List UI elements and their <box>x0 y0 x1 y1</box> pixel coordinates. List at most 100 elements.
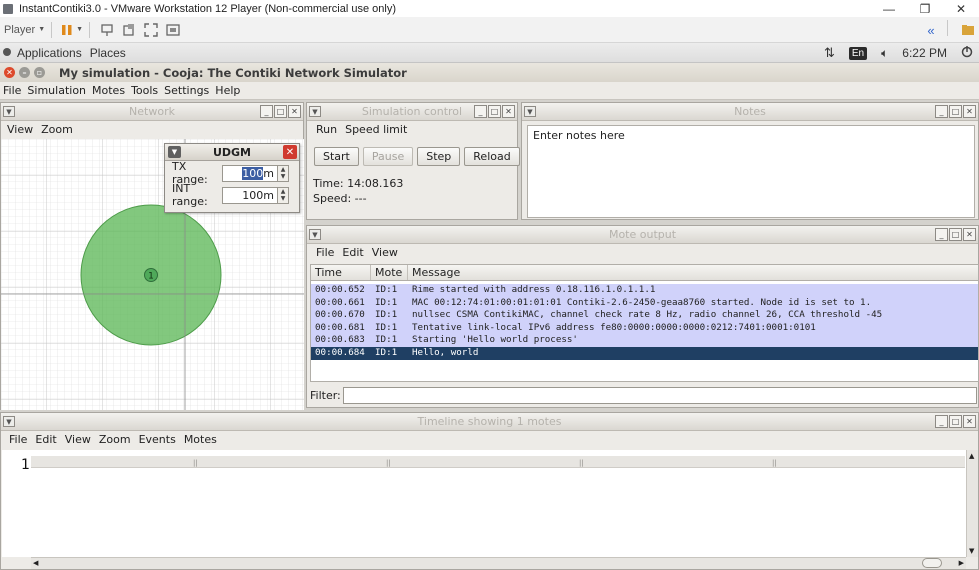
fullscreen-button[interactable] <box>144 20 158 40</box>
menu-speed-limit[interactable]: Speed limit <box>345 123 407 136</box>
menu-help[interactable]: Help <box>215 84 240 97</box>
back-arrows-icon[interactable]: « <box>921 20 941 40</box>
timeline-title-bar[interactable]: ▼ Timeline showing 1 motes _ □ ✕ <box>1 413 978 431</box>
chevron-up-icon[interactable]: ▲ <box>281 166 286 173</box>
maximize-icon[interactable]: □ <box>949 105 962 118</box>
chevron-down-icon[interactable]: ▼ <box>3 106 15 117</box>
timeline-menu-zoom[interactable]: Zoom <box>99 433 131 446</box>
minimize-icon[interactable]: _ <box>474 105 487 118</box>
timeline-menu-edit[interactable]: Edit <box>35 433 56 446</box>
chevron-down-icon[interactable]: ▼ <box>309 106 321 117</box>
tx-range-spinner[interactable]: ▲ ▼ <box>278 164 289 182</box>
close-button[interactable]: ✕ <box>943 0 979 17</box>
mote-output-table: Time Mote Message 00:00.652 ID:1 Rime st… <box>310 264 979 382</box>
timeline-menu-view[interactable]: View <box>65 433 91 446</box>
mote-output-menu-view[interactable]: View <box>372 246 398 259</box>
maximize-button[interactable]: ❐ <box>907 0 943 17</box>
int-range-spinner[interactable]: ▲ ▼ <box>278 186 289 204</box>
column-mote[interactable]: Mote <box>371 265 408 280</box>
simulation-control-title-bar[interactable]: ▼ Simulation control _ □ ✕ <box>307 103 517 121</box>
removable-devices-button[interactable] <box>122 20 136 40</box>
power-icon[interactable] <box>961 45 973 61</box>
table-row[interactable]: 00:00.652 ID:1 Rime started with address… <box>311 284 978 297</box>
table-row[interactable]: 00:00.681 ID:1 Tentative link-local IPv6… <box>311 321 978 335</box>
chevron-down-icon[interactable]: ▼ <box>281 195 286 202</box>
applications-menu[interactable]: Applications <box>17 46 82 60</box>
udgm-title-bar[interactable]: ▼ UDGM ✕ <box>165 144 299 161</box>
places-menu[interactable]: Places <box>90 46 126 60</box>
chevron-up-icon[interactable]: ▲ <box>281 188 286 195</box>
minimize-icon[interactable]: _ <box>935 415 948 428</box>
reload-button[interactable]: Reload <box>464 147 520 166</box>
timeline-menu-events[interactable]: Events <box>139 433 176 446</box>
library-button[interactable] <box>957 20 979 40</box>
network-arrows-icon[interactable]: ⇅ <box>824 45 835 61</box>
chevron-down-icon[interactable]: ▼ <box>168 146 181 158</box>
table-row-selected[interactable]: 00:00.684 ID:1 Hello, world <box>311 346 978 360</box>
pause-button[interactable]: Pause <box>362 147 414 166</box>
menu-settings[interactable]: Settings <box>164 84 209 97</box>
chevron-down-icon[interactable]: ▼ <box>309 229 321 240</box>
chevron-up-icon[interactable]: ▲ <box>969 452 974 460</box>
network-menu-view[interactable]: View <box>7 123 33 136</box>
maximize-icon[interactable]: □ <box>949 415 962 428</box>
notes-textarea[interactable]: Enter notes here <box>527 125 975 218</box>
table-row[interactable]: 00:00.670 ID:1 nullsec CSMA ContikiMAC, … <box>311 309 978 322</box>
close-icon[interactable]: ✕ <box>283 145 297 159</box>
timeline-vertical-scrollbar[interactable]: ▲ ▼ <box>966 450 978 557</box>
menu-motes[interactable]: Motes <box>92 84 125 97</box>
int-range-input[interactable]: 100m <box>222 186 278 204</box>
minimize-window-icon[interactable]: – <box>19 67 30 78</box>
table-row[interactable]: 00:00.683 ID:1 Starting 'Hello world pro… <box>311 334 978 347</box>
maximize-icon[interactable]: □ <box>488 105 501 118</box>
unity-button[interactable] <box>166 20 180 40</box>
chevron-left-icon[interactable]: ◀ <box>33 559 38 567</box>
close-icon[interactable]: ✕ <box>288 105 301 118</box>
volume-icon[interactable]: 🔈︎ <box>881 46 888 61</box>
filter-input[interactable] <box>343 387 977 404</box>
chevron-right-icon[interactable]: ▶ <box>959 559 964 567</box>
mote-output-title-bar[interactable]: ▼ Mote output _ □ ✕ <box>307 226 978 244</box>
minimize-icon[interactable]: _ <box>260 105 273 118</box>
column-message[interactable]: Message <box>408 265 978 280</box>
chevron-down-icon[interactable]: ▼ <box>524 106 536 117</box>
close-window-icon[interactable]: ✕ <box>4 67 15 78</box>
send-ctrl-alt-del-button[interactable] <box>100 20 114 40</box>
close-icon[interactable]: ✕ <box>963 415 976 428</box>
table-row[interactable]: 00:00.661 ID:1 MAC 00:12:74:01:00:01:01:… <box>311 296 978 310</box>
chevron-down-icon[interactable]: ▼ <box>281 173 286 180</box>
chevron-down-icon[interactable]: ▼ <box>969 547 974 555</box>
notes-title-bar[interactable]: ▼ Notes _ □ ✕ <box>522 103 978 121</box>
tx-range-input[interactable]: 100m <box>222 164 278 182</box>
menu-simulation[interactable]: Simulation <box>27 84 86 97</box>
network-menu-zoom[interactable]: Zoom <box>41 123 73 136</box>
maximize-icon[interactable]: □ <box>274 105 287 118</box>
timeline-menu-motes[interactable]: Motes <box>184 433 217 446</box>
column-time[interactable]: Time <box>311 265 371 280</box>
maximize-icon[interactable]: □ <box>949 228 962 241</box>
close-icon[interactable]: ✕ <box>963 228 976 241</box>
menu-file[interactable]: File <box>3 84 21 97</box>
simulation-status: Time: 14:08.163 Speed: --- <box>313 176 517 206</box>
chevron-down-icon[interactable]: ▼ <box>3 416 15 427</box>
maximize-window-icon[interactable]: ▫ <box>34 67 45 78</box>
timeline-horizontal-scrollbar[interactable]: ◀ ▶ <box>31 557 966 569</box>
mote-output-menu-edit[interactable]: Edit <box>342 246 363 259</box>
step-button[interactable]: Step <box>417 147 461 166</box>
close-icon[interactable]: ✕ <box>502 105 515 118</box>
minimize-icon[interactable]: _ <box>935 105 948 118</box>
menu-run[interactable]: Run <box>316 123 337 136</box>
scrollbar-thumb[interactable] <box>922 558 942 568</box>
mote-output-menu-file[interactable]: File <box>316 246 334 259</box>
timeline-menu-file[interactable]: File <box>9 433 27 446</box>
network-title-bar[interactable]: ▼ Network _ □ ✕ <box>1 103 303 121</box>
pause-vm-button[interactable]: ▼ <box>61 20 83 40</box>
start-button[interactable]: Start <box>314 147 359 166</box>
player-menu-button[interactable]: Player ▼ <box>4 20 45 40</box>
minimize-icon[interactable]: _ <box>935 228 948 241</box>
menu-tools[interactable]: Tools <box>131 84 158 97</box>
keyboard-layout-indicator[interactable]: En <box>848 46 868 60</box>
clock[interactable]: 6:22 PM <box>902 46 947 60</box>
minimize-button[interactable]: — <box>871 0 907 17</box>
close-icon[interactable]: ✕ <box>963 105 976 118</box>
